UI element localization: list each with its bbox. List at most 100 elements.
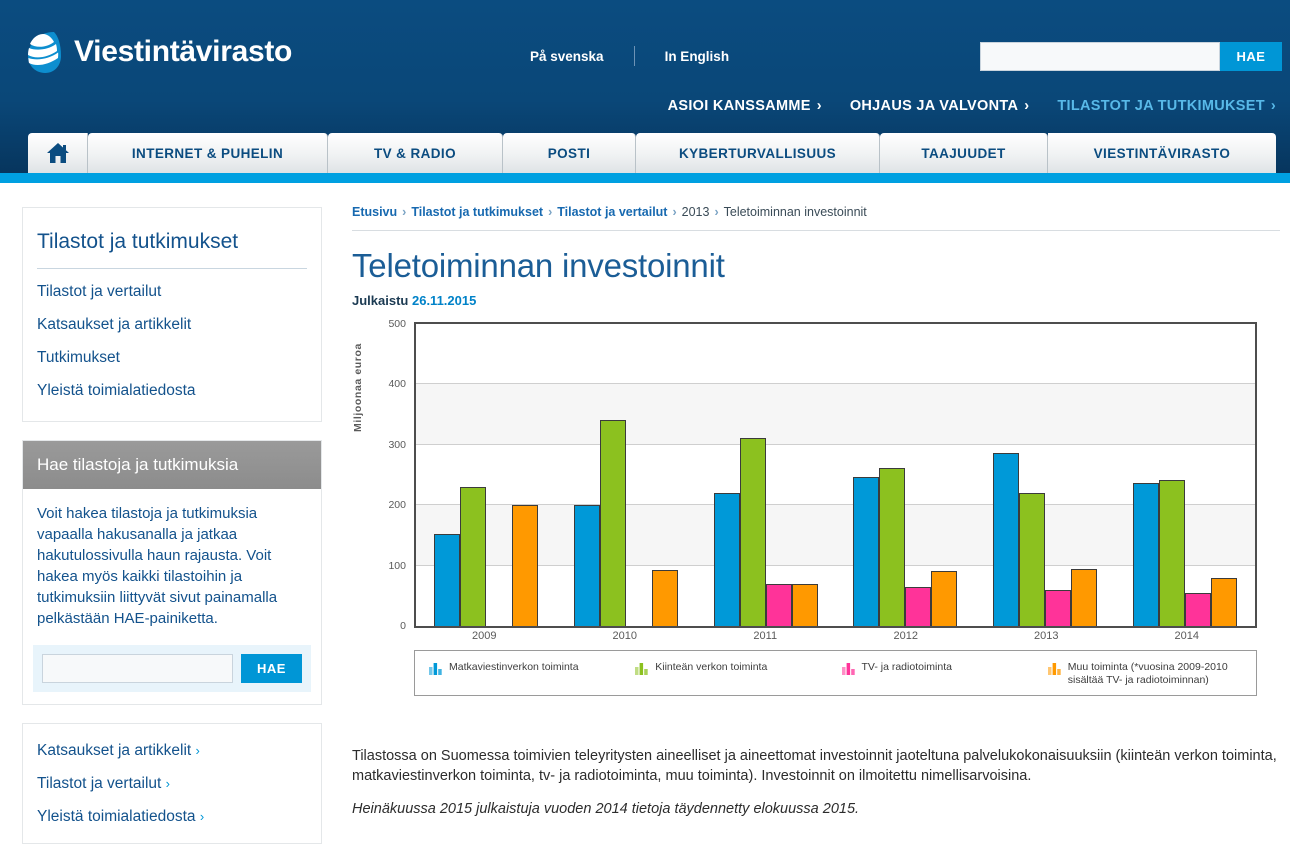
quicklink-label: Yleistä toimialatiedosta [37, 808, 196, 825]
main-content: Etusivu › Tilastot ja tutkimukset › Tilastot… [352, 205, 1280, 831]
tab-viestintavirasto[interactable]: VIESTINTÄVIRASTO [1048, 133, 1276, 173]
tab-internet-puhelin[interactable]: INTERNET & PUHELIN [88, 133, 328, 173]
lang-swedish-link[interactable]: På svenska [530, 49, 604, 64]
sidebar-search-input[interactable] [42, 654, 233, 683]
topnav-label: OHJAUS JA VALVONTA [849, 98, 1019, 114]
bar [459, 487, 486, 626]
bar [1133, 483, 1160, 626]
bar [713, 493, 740, 626]
breadcrumb-separator: › [402, 205, 407, 219]
breadcrumb-item-current: Teletoiminnan investoinnit [723, 205, 867, 219]
page-title: Teletoiminnan investoinnit [352, 247, 725, 284]
tab-kyberturvallisuus[interactable]: KYBERTURVALLISUUS [636, 133, 880, 173]
bar [1159, 480, 1186, 626]
chart-x-axis-labels: 2009 2010 2011 2012 2013 2014 [414, 630, 1257, 642]
legend-label: Muu toiminta (*vuosina 2009-2010 sisältä… [1067, 661, 1228, 686]
published-label: Julkaistu [352, 293, 409, 308]
brand-name: Viestintävirasto [74, 35, 293, 68]
bar [853, 476, 880, 626]
quicklink-label: Katsaukset ja artikkelit [37, 742, 192, 759]
chart-bar-groups [416, 324, 1255, 626]
chevron-right-icon: › [816, 98, 822, 114]
tab-home[interactable] [28, 133, 88, 173]
y-tick-label: 400 [388, 378, 406, 391]
legend-item[interactable]: TV- ja radiotoiminta [836, 661, 1042, 687]
chart-y-axis-label: Miljoonaa euroa [352, 343, 364, 432]
legend-label: Kiinteän verkon toiminta [655, 661, 768, 673]
topnav-item-tilastot-ja-tutkimukset[interactable]: TILASTOT JA TUTKIMUKSET › [1057, 98, 1276, 114]
sidebar-search-heading: Hae tilastoja ja tutkimuksia [23, 441, 321, 489]
bar [1045, 589, 1072, 626]
bar-group [556, 324, 696, 626]
chart-y-axis-ticks: 0 100 200 300 400 500 [374, 318, 406, 632]
quicklink-katsaukset-ja-artikkelit[interactable]: Katsaukset ja artikkelit › [37, 734, 307, 767]
legend-bars-icon [841, 663, 855, 675]
chevron-right-icon: › [195, 743, 200, 758]
legend-bars-icon [635, 663, 648, 675]
breadcrumb-separator: › [548, 205, 553, 219]
x-tick-label: 2009 [472, 630, 497, 642]
lang-english-link[interactable]: In English [665, 49, 730, 64]
y-tick-label: 0 [400, 620, 406, 632]
sidebar-item-yleista-toimialatiedosta[interactable]: Yleistä toimialatiedosta [37, 374, 307, 407]
bar [931, 571, 958, 626]
header-search-button[interactable]: HAE [1220, 42, 1282, 71]
x-tick-label: 2011 [753, 630, 778, 642]
bar-group [975, 324, 1115, 626]
sidebar-search-description: Voit hakea tilastoja ja tutkimuksia vapa… [37, 505, 278, 627]
bar [1185, 592, 1212, 626]
legend-label: TV- ja radiotoiminta [861, 661, 952, 673]
legend-item[interactable]: Matkaviestinverkon toiminta [423, 661, 629, 687]
quicklink-tilastot-ja-vertailut[interactable]: Tilastot ja vertailut › [37, 767, 307, 800]
sidebar-item-tilastot-ja-vertailut[interactable]: Tilastot ja vertailut [37, 275, 307, 308]
published-date: 26.11.2015 [411, 293, 477, 308]
bar [739, 438, 766, 626]
sidebar-title: Tilastot ja tutkimukset [37, 224, 307, 269]
sidebar-search-card: Hae tilastoja ja tutkimuksia Voit hakea … [22, 440, 322, 705]
lang-divider [633, 46, 635, 66]
bar [791, 584, 818, 626]
quicklink-yleista-toimialatiedosta[interactable]: Yleistä toimialatiedosta › [37, 800, 307, 833]
site-logo[interactable]: Viestintävirasto [24, 30, 292, 74]
topnav-item-asioi-kanssamme[interactable]: ASIOI KANSSAMME › [668, 98, 822, 114]
bar [765, 584, 792, 626]
legend-item[interactable]: Muu toiminta (*vuosina 2009-2010 sisältä… [1042, 661, 1248, 687]
topnav-item-ohjaus-ja-valvonta[interactable]: OHJAUS JA VALVONTA › [850, 98, 1030, 114]
sidebar-item-tutkimukset[interactable]: Tutkimukset [37, 341, 307, 374]
chart-legend: Matkaviestinverkon toiminta Kiinteän verk… [414, 650, 1257, 696]
legend-item[interactable]: Kiinteän verkon toiminta [629, 661, 835, 687]
site-header: Viestintävirasto På svenska In English H… [0, 0, 1290, 183]
quicklink-label: Tilastot ja vertailut [37, 775, 162, 792]
breadcrumb-item-tilastot-ja-tutkimukset[interactable]: Tilastot ja tutkimukset [411, 205, 543, 219]
y-tick-label: 300 [388, 438, 406, 451]
breadcrumb-separator: › [714, 205, 719, 219]
home-icon [45, 141, 71, 165]
top-navigation: ASIOI KANSSAMME › OHJAUS JA VALVONTA › TIL… [640, 98, 1276, 114]
chart-plot-area: Miljoonaa euroa 0 100 200 300 400 500 2009 201… [352, 318, 1257, 696]
chevron-right-icon: › [165, 776, 170, 791]
tab-tv-radio[interactable]: TV & RADIO [328, 133, 503, 173]
bar [651, 570, 678, 626]
breadcrumb: Etusivu › Tilastot ja tutkimukset › Tilastot… [352, 205, 1280, 231]
sidebar-quicklinks-card: Katsaukset ja artikkelit › Tilastot ja v… [22, 723, 322, 844]
chevron-right-icon: › [1024, 98, 1030, 114]
breadcrumb-item-etusivu[interactable]: Etusivu [352, 205, 397, 219]
tab-taajuudet[interactable]: TAAJUUDET [880, 133, 1048, 173]
bar [879, 467, 906, 626]
y-tick-label: 500 [388, 318, 406, 330]
viestintavirasto-logo-icon [24, 30, 62, 74]
breadcrumb-item-tilastot-ja-vertailut[interactable]: Tilastot ja vertailut [557, 205, 667, 219]
topnav-label: ASIOI KANSSAMME [667, 98, 811, 114]
tab-posti[interactable]: POSTI [503, 133, 636, 173]
bar [1019, 493, 1046, 626]
sidebar: Tilastot ja tutkimukset Tilastot ja vert… [22, 207, 322, 860]
x-tick-label: 2010 [612, 630, 637, 642]
bar-group [835, 324, 975, 626]
breadcrumb-separator: › [672, 205, 677, 219]
header-search-input[interactable] [980, 42, 1220, 71]
published-info: Julkaistu 26.11.2015 [352, 293, 1280, 308]
sidebar-search-button[interactable]: HAE [241, 654, 302, 683]
chevron-right-icon: › [1270, 98, 1276, 114]
sidebar-item-katsaukset-ja-artikkelit[interactable]: Katsaukset ja artikkelit [37, 308, 307, 341]
y-tick-label: 200 [388, 499, 406, 512]
